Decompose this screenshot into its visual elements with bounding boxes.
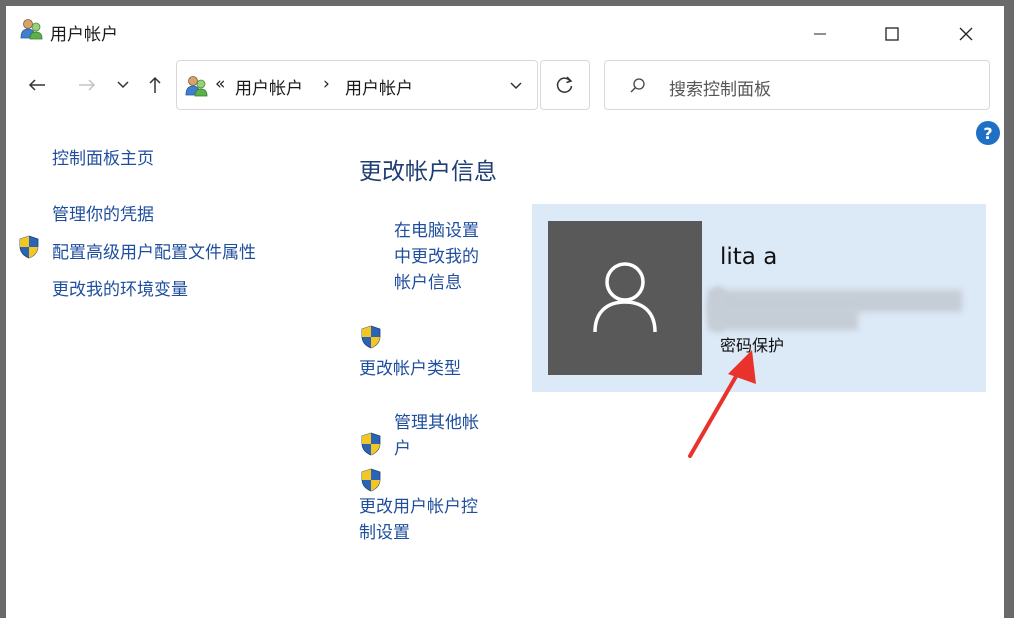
uac-shield-icon bbox=[19, 235, 39, 259]
uac-settings-line-1[interactable]: 更改用户帐户控 bbox=[359, 494, 478, 520]
forward-arrow-icon bbox=[79, 79, 96, 91]
minimize-button[interactable] bbox=[792, 12, 848, 56]
refresh-button[interactable] bbox=[540, 60, 590, 110]
address-bar[interactable]: « 用户帐户 › 用户帐户 bbox=[176, 60, 538, 110]
recent-locations-button[interactable] bbox=[112, 68, 134, 102]
change-account-type-link[interactable]: 更改帐户类型 bbox=[359, 354, 461, 379]
uac-settings-link[interactable]: 更改用户帐户控 制设置 bbox=[359, 494, 478, 546]
pc-settings-link-line-3[interactable]: 帐户信息 bbox=[394, 270, 479, 296]
change-environment-variables-link[interactable]: 更改我的环境变量 bbox=[52, 275, 188, 300]
user-accounts-app-icon bbox=[20, 19, 43, 40]
help-icon[interactable]: ? bbox=[976, 121, 1000, 145]
manage-other-accounts-line-1[interactable]: 管理其他帐 bbox=[394, 410, 479, 436]
chevron-down-icon bbox=[117, 81, 129, 89]
uac-shield-icon bbox=[361, 325, 381, 349]
control-panel-home-link[interactable]: 控制面板主页 bbox=[52, 144, 154, 169]
breadcrumb-overflow[interactable]: « bbox=[215, 74, 225, 94]
window-title: 用户帐户 bbox=[50, 25, 118, 45]
advanced-profile-properties-link[interactable]: 配置高级用户配置文件属性 bbox=[52, 238, 256, 263]
maximize-icon bbox=[885, 27, 899, 41]
redacted-account-info bbox=[708, 280, 968, 336]
user-silhouette-icon bbox=[593, 262, 657, 333]
search-icon bbox=[630, 78, 645, 93]
pc-settings-link-line-2[interactable]: 中更改我的 bbox=[394, 244, 479, 270]
user-accounts-location-icon bbox=[185, 76, 208, 97]
uac-shield-icon bbox=[361, 432, 381, 456]
maximize-button[interactable] bbox=[864, 12, 920, 56]
minimize-icon bbox=[814, 33, 826, 35]
back-arrow-icon bbox=[28, 79, 45, 91]
forward-button[interactable] bbox=[72, 68, 102, 102]
manage-other-accounts-link[interactable]: 管理其他帐 户 bbox=[394, 410, 479, 462]
refresh-icon bbox=[556, 76, 573, 93]
manage-credentials-link[interactable]: 管理你的凭据 bbox=[52, 200, 154, 225]
page-title: 更改帐户信息 bbox=[359, 159, 497, 185]
breadcrumb-item-user-accounts[interactable]: 用户帐户 bbox=[235, 74, 303, 99]
pc-settings-link-line-1[interactable]: 在电脑设置 bbox=[394, 218, 479, 244]
search-placeholder: 搜索控制面板 bbox=[669, 80, 771, 100]
uac-shield-icon bbox=[361, 468, 381, 492]
up-button[interactable] bbox=[142, 68, 168, 102]
close-button[interactable] bbox=[938, 12, 994, 56]
back-button[interactable] bbox=[22, 68, 52, 102]
user-accounts-window: 用户帐户 « 用户帐户 › 用户帐户 搜索控制面板 ? 控制面板主页 管理你的凭… bbox=[6, 6, 1004, 618]
user-name: lita a bbox=[720, 244, 778, 270]
manage-other-accounts-line-2[interactable]: 户 bbox=[394, 436, 479, 462]
close-icon bbox=[959, 27, 973, 41]
breadcrumb-item-user-accounts-current[interactable]: 用户帐户 bbox=[345, 74, 413, 99]
address-dropdown-icon[interactable] bbox=[509, 81, 523, 91]
uac-settings-line-2[interactable]: 制设置 bbox=[359, 520, 478, 546]
search-box[interactable]: 搜索控制面板 bbox=[604, 60, 990, 110]
annotation-arrow bbox=[688, 350, 756, 458]
pc-settings-link[interactable]: 在电脑设置 中更改我的 帐户信息 bbox=[394, 218, 479, 296]
up-arrow-icon bbox=[149, 76, 161, 93]
breadcrumb-separator[interactable]: › bbox=[323, 74, 330, 94]
